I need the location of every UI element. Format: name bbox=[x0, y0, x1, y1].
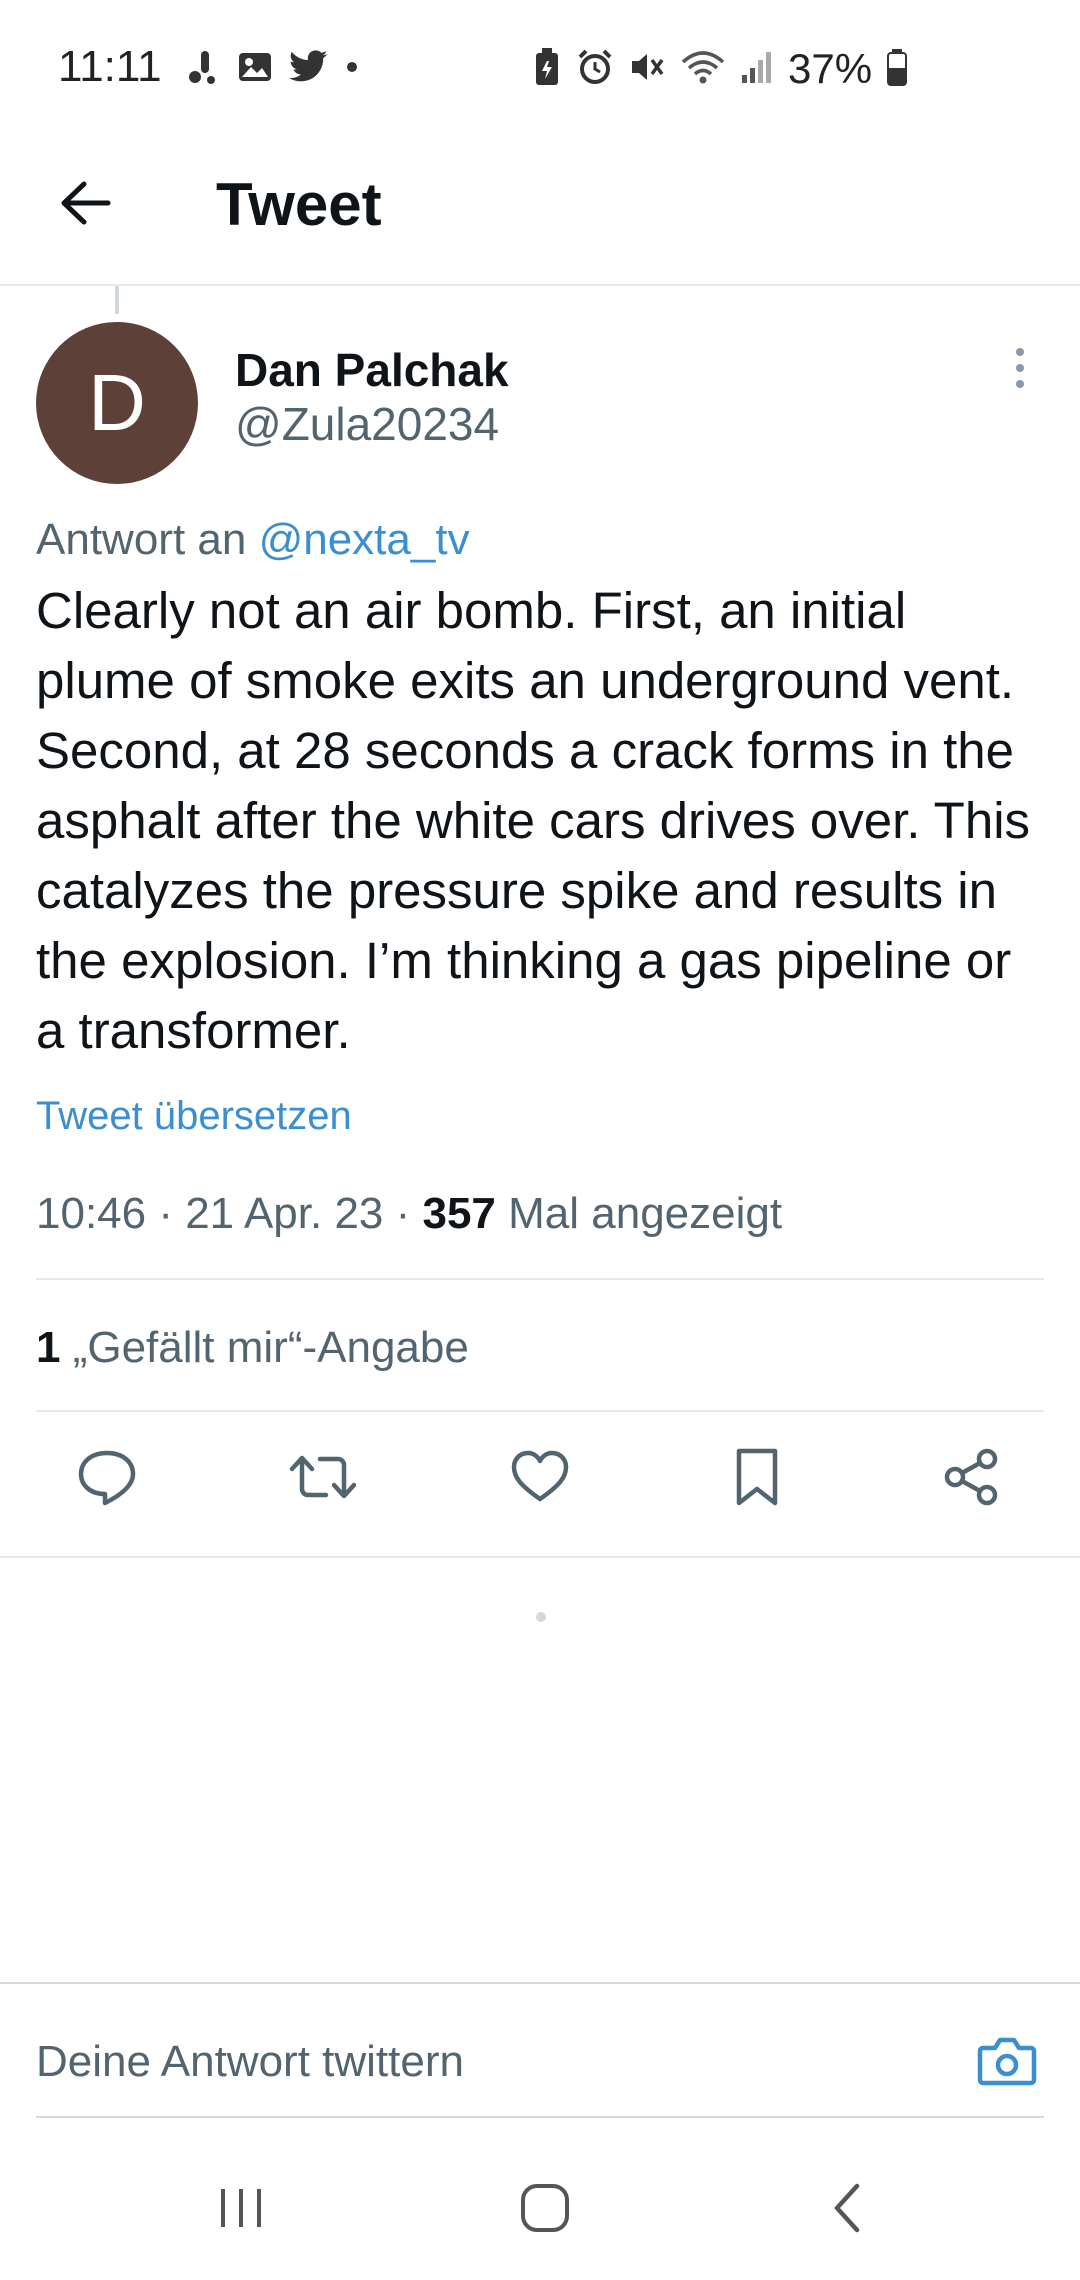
loading-indicator bbox=[536, 1612, 546, 1622]
camera-icon bbox=[977, 2034, 1037, 2093]
home-icon bbox=[519, 2182, 571, 2239]
dot-icon bbox=[345, 60, 359, 79]
reply-to-line: Antwort an @nexta_tv bbox=[36, 512, 470, 568]
likes-label: „Gefällt mir“-Angabe bbox=[60, 1323, 469, 1372]
likes-count: 1 bbox=[36, 1323, 61, 1372]
avatar-letter: D bbox=[88, 358, 146, 447]
reply-icon bbox=[75, 1447, 139, 1512]
status-left-icons bbox=[185, 44, 359, 94]
reply-input[interactable]: Deine Antwort twittern bbox=[36, 2034, 464, 2090]
divider bbox=[36, 2116, 1044, 2118]
more-vertical-icon bbox=[1013, 346, 1027, 395]
tweet-timestamp: 10:46 · 21 Apr. 23 · bbox=[36, 1189, 423, 1238]
tweet-meta: 10:46 · 21 Apr. 23 · 357 Mal angezeigt bbox=[36, 1186, 782, 1242]
tweet-text: Clearly not an air bomb. First, an initi… bbox=[36, 582, 1031, 1059]
thread-connector bbox=[115, 286, 119, 314]
page-title: Tweet bbox=[216, 171, 382, 238]
reply-button[interactable] bbox=[62, 1434, 152, 1524]
recent-apps-button[interactable] bbox=[196, 2170, 286, 2250]
system-back-button[interactable] bbox=[802, 2170, 892, 2250]
divider bbox=[0, 1556, 1080, 1558]
battery-saver-icon bbox=[532, 47, 562, 92]
bookmark-icon bbox=[734, 1447, 780, 1512]
back-button[interactable] bbox=[50, 170, 120, 240]
reply-to-prefix: Antwort an bbox=[36, 515, 247, 564]
image-icon bbox=[237, 49, 273, 90]
translate-tweet-link[interactable]: Tweet übersetzen bbox=[36, 1088, 352, 1144]
camera-button[interactable] bbox=[972, 2028, 1042, 2098]
reply-to-handle-link[interactable]: @nexta_tv bbox=[259, 515, 470, 564]
arrow-left-icon bbox=[58, 180, 112, 231]
chevron-left-icon bbox=[827, 2182, 867, 2239]
header-bar bbox=[0, 140, 1080, 286]
like-button[interactable] bbox=[495, 1434, 585, 1524]
notification-icon bbox=[185, 47, 221, 92]
twitter-icon bbox=[289, 49, 329, 89]
author-handle[interactable]: @Zula20234 bbox=[235, 396, 499, 452]
author-display-name[interactable]: Dan Palchak bbox=[235, 342, 509, 398]
more-options-button[interactable] bbox=[1000, 340, 1040, 400]
avatar[interactable]: D bbox=[36, 322, 198, 484]
bookmark-button[interactable] bbox=[712, 1434, 802, 1524]
divider bbox=[36, 1278, 1044, 1280]
share-button[interactable] bbox=[926, 1434, 1016, 1524]
wifi-icon bbox=[680, 48, 726, 91]
battery-percent: 37% bbox=[788, 45, 873, 92]
retweet-icon bbox=[288, 1449, 358, 1510]
signal-icon bbox=[740, 49, 774, 90]
views-label: Mal angezeigt bbox=[495, 1189, 783, 1238]
alarm-icon bbox=[576, 48, 614, 91]
like-icon bbox=[510, 1449, 570, 1510]
share-icon bbox=[941, 1447, 1001, 1512]
views-count: 357 bbox=[422, 1189, 496, 1238]
battery-icon bbox=[886, 48, 908, 91]
status-time: 11:11 bbox=[58, 42, 162, 91]
retweet-button[interactable] bbox=[278, 1434, 368, 1524]
recent-apps-icon bbox=[216, 2185, 266, 2236]
status-right-icons: 37% bbox=[532, 44, 908, 94]
home-button[interactable] bbox=[500, 2170, 590, 2250]
likes-summary[interactable]: 1 „Gefällt mir“-Angabe bbox=[36, 1320, 469, 1376]
mute-icon bbox=[628, 48, 666, 91]
